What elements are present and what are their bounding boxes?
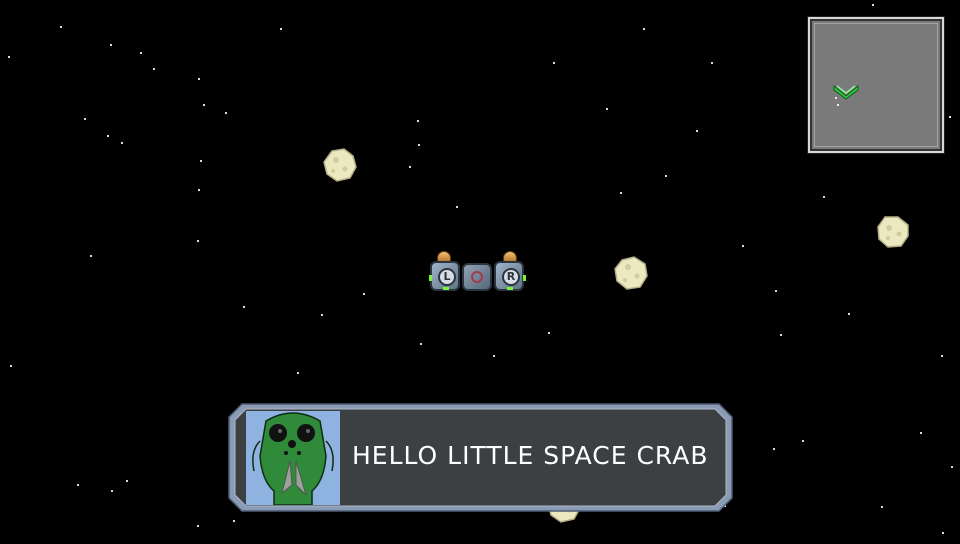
right-module-label: R bbox=[502, 268, 520, 286]
minimap-dot bbox=[837, 104, 839, 106]
asteroid bbox=[877, 216, 909, 248]
asteroid bbox=[323, 148, 357, 182]
star bbox=[548, 332, 550, 334]
star bbox=[742, 245, 744, 247]
left-module: L bbox=[429, 261, 460, 291]
left-module-label: L bbox=[438, 268, 456, 286]
right-module: R bbox=[494, 261, 526, 291]
star bbox=[126, 480, 128, 482]
star bbox=[920, 432, 922, 434]
star bbox=[872, 4, 874, 6]
star bbox=[121, 142, 123, 144]
star bbox=[409, 166, 411, 168]
star bbox=[90, 255, 92, 257]
star bbox=[606, 108, 608, 110]
star bbox=[696, 130, 698, 132]
star bbox=[225, 112, 227, 114]
star bbox=[198, 189, 200, 191]
star bbox=[643, 28, 645, 30]
star bbox=[321, 314, 323, 316]
core-module bbox=[462, 263, 492, 291]
star bbox=[110, 44, 112, 46]
speaker-portrait bbox=[246, 411, 340, 505]
dialog-text: HELLO LITTLE SPACE CRAB bbox=[352, 441, 709, 470]
star bbox=[941, 355, 943, 357]
minimap-area bbox=[814, 23, 951, 147]
star bbox=[620, 192, 622, 194]
star bbox=[773, 448, 775, 450]
star bbox=[200, 160, 202, 162]
star bbox=[140, 52, 142, 54]
star bbox=[456, 206, 458, 208]
star bbox=[942, 532, 944, 534]
star bbox=[111, 490, 113, 492]
minimap-dot bbox=[835, 97, 837, 99]
asteroid bbox=[614, 256, 648, 290]
star bbox=[775, 290, 777, 292]
star bbox=[60, 26, 62, 28]
star bbox=[418, 144, 420, 146]
star bbox=[363, 293, 365, 295]
star bbox=[823, 196, 825, 198]
star bbox=[84, 118, 86, 120]
star bbox=[280, 28, 282, 30]
star bbox=[881, 506, 883, 508]
star bbox=[77, 484, 79, 486]
star bbox=[951, 466, 953, 468]
star bbox=[420, 343, 422, 345]
star bbox=[802, 440, 804, 442]
star bbox=[711, 62, 713, 64]
player-ship: L R bbox=[428, 249, 528, 295]
star bbox=[197, 240, 199, 242]
star bbox=[243, 306, 245, 308]
star bbox=[8, 56, 10, 58]
dialog-box[interactable]: HELLO LITTLE SPACE CRAB bbox=[228, 403, 733, 512]
star bbox=[198, 78, 200, 80]
star bbox=[848, 313, 850, 315]
star bbox=[417, 120, 419, 122]
minimap-dot bbox=[949, 116, 951, 118]
core-swirl-icon bbox=[471, 271, 483, 283]
star bbox=[203, 104, 205, 106]
minimap bbox=[808, 17, 951, 153]
star bbox=[10, 365, 12, 367]
star bbox=[297, 372, 299, 374]
star bbox=[493, 355, 495, 357]
star bbox=[665, 175, 667, 177]
star bbox=[233, 520, 235, 522]
star bbox=[780, 334, 782, 336]
star bbox=[197, 525, 199, 527]
star bbox=[107, 135, 109, 137]
alien-portrait-icon bbox=[246, 411, 340, 505]
star bbox=[553, 62, 555, 64]
star bbox=[153, 68, 155, 70]
